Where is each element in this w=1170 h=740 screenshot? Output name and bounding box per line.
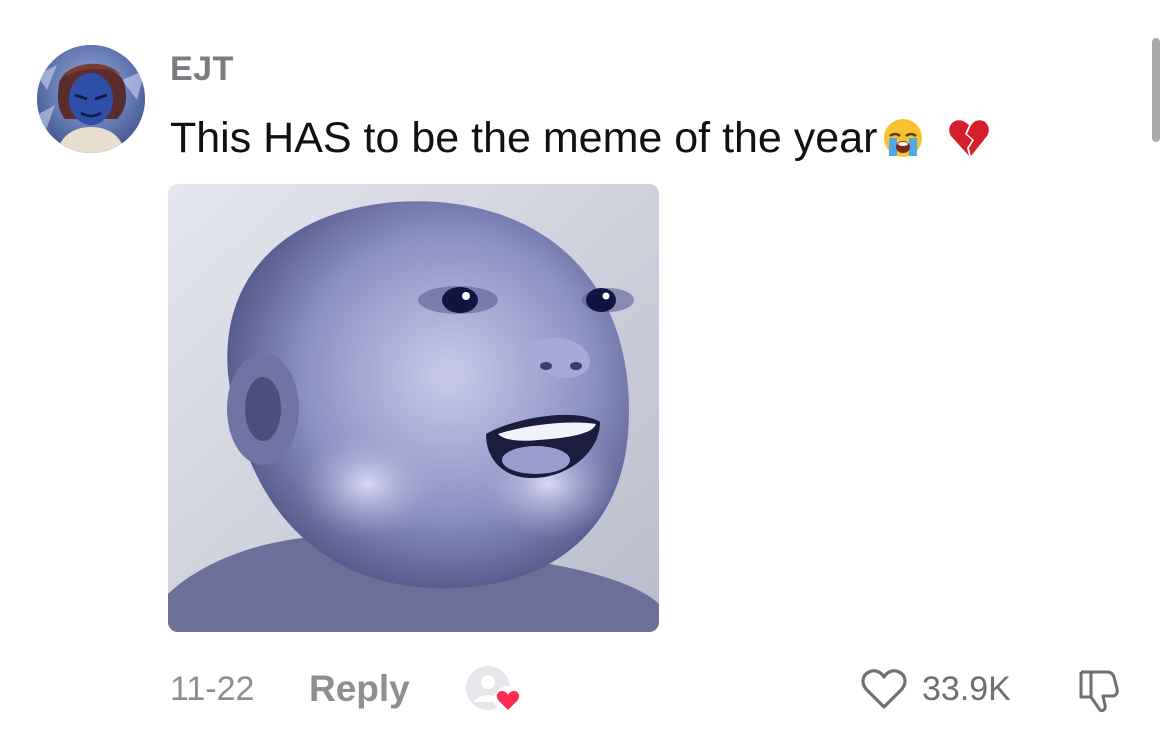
thumbs-down-outline-icon [1079, 670, 1119, 713]
dislike-button[interactable] [1072, 664, 1124, 716]
creator-avatar-with-heart [466, 666, 522, 714]
comment-date: 11-22 [170, 670, 255, 708]
loudly-crying-face-emoji [884, 119, 923, 157]
scrollbar[interactable] [1152, 38, 1160, 142]
user-avatar[interactable] [37, 45, 145, 153]
like-group[interactable]: 33.9K [860, 664, 1011, 714]
comment-username[interactable]: EJT [170, 50, 234, 89]
broken-heart-emoji [949, 120, 990, 156]
comment-text: This HAS to be the meme of the year [170, 114, 878, 162]
reply-button[interactable]: Reply [309, 668, 410, 710]
creator-liked-heart-icon [464, 664, 524, 716]
comment-attached-image[interactable] [168, 184, 659, 632]
smiling-baby-photo [168, 184, 659, 632]
heart-outline-icon[interactable] [860, 667, 908, 711]
comment-item: EJT This HAS to be the meme of the year [0, 0, 1170, 740]
comment-body: This HAS to be the meme of the year [170, 112, 991, 164]
avatar-illustration [37, 45, 145, 153]
like-count: 33.9K [922, 669, 1011, 708]
